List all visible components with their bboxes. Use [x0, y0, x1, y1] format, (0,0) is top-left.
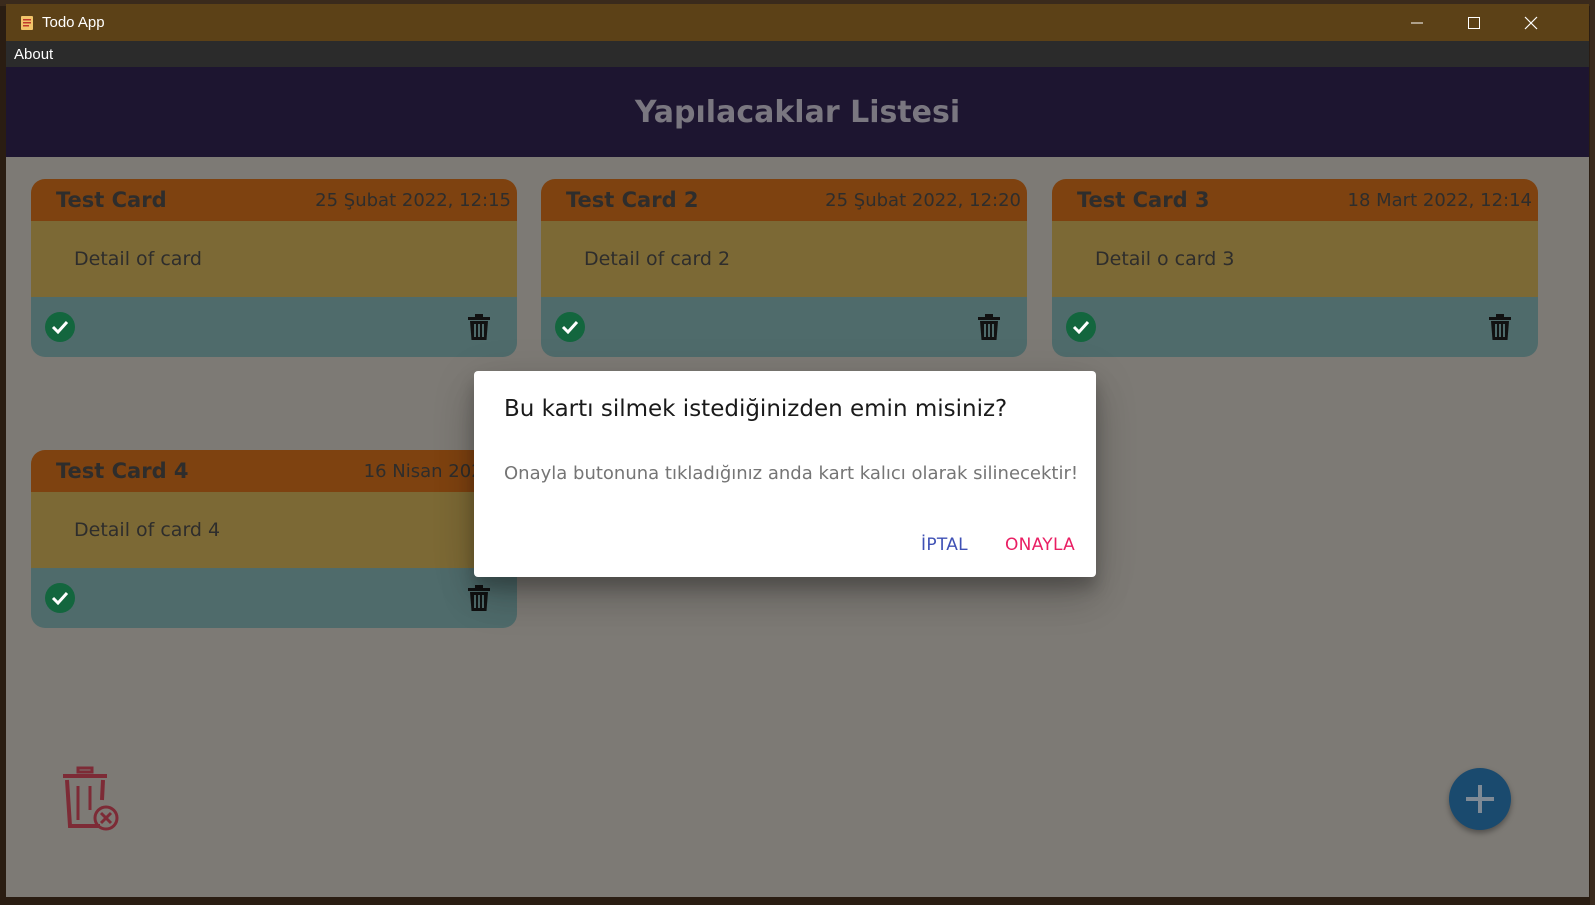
card-header: Test Card 2 25 Şubat 2022, 12:20 [541, 179, 1027, 221]
complete-button[interactable] [45, 583, 75, 613]
todo-app-icon [18, 14, 36, 32]
todo-card: Test Card 25 Şubat 2022, 12:15 Detail of… [31, 179, 517, 357]
card-footer [541, 297, 1027, 357]
card-body: Detail of card [31, 221, 517, 297]
card-footer [1052, 297, 1538, 357]
check-circle-icon [1072, 320, 1090, 334]
todo-card: Test Card 4 16 Nisan 2022, 0 Detail of c… [31, 450, 517, 628]
confirm-delete-dialog: Bu kartı silmek istediğinizden emin misi… [474, 371, 1096, 577]
desktop-background-edge [1590, 0, 1595, 905]
complete-button[interactable] [45, 312, 75, 342]
delete-button[interactable] [978, 314, 1000, 340]
delete-button[interactable] [468, 585, 490, 611]
card-header: Test Card 3 18 Mart 2022, 12:14 [1052, 179, 1538, 221]
card-footer [31, 297, 517, 357]
maximize-icon [1468, 16, 1480, 29]
card-date: 25 Şubat 2022, 12:20 [825, 189, 1021, 211]
minimize-button[interactable] [1388, 4, 1446, 41]
card-detail: Detail of card 2 [584, 248, 731, 270]
dialog-message: Onayla butonuna tıkladığınız anda kart k… [504, 463, 1079, 484]
card-footer [31, 568, 517, 628]
window-title: Todo App [42, 14, 105, 31]
card-date: 18 Mart 2022, 12:14 [1347, 189, 1533, 211]
dialog-title: Bu kartı silmek istediğinizden emin misi… [504, 396, 1008, 422]
card-detail: Detail o card 3 [1095, 248, 1235, 270]
check-circle-icon [51, 591, 69, 605]
trash-icon [468, 585, 490, 611]
trash-icon [1489, 314, 1511, 340]
close-window-button[interactable] [1502, 4, 1560, 41]
card-title: Test Card 2 [566, 188, 699, 212]
card-detail: Detail of card [74, 248, 202, 270]
menu-item-about[interactable]: About [14, 46, 53, 63]
title-bar[interactable]: Todo App [6, 4, 1589, 41]
delete-all-button[interactable] [61, 766, 119, 832]
app-window: Todo App About Yapılacaklar Listesi Test… [6, 4, 1589, 897]
complete-button[interactable] [555, 312, 585, 342]
close-icon [1524, 16, 1538, 29]
delete-button[interactable] [468, 314, 490, 340]
card-header: Test Card 4 16 Nisan 2022, 0 [31, 450, 517, 492]
check-circle-icon [51, 320, 69, 334]
todo-card: Test Card 3 18 Mart 2022, 12:14 Detail o… [1052, 179, 1538, 357]
trash-icon [468, 314, 490, 340]
card-header: Test Card 25 Şubat 2022, 12:15 [31, 179, 517, 221]
confirm-button[interactable]: ONAYLA [999, 531, 1081, 559]
card-body: Detail of card 4 [31, 492, 517, 568]
maximize-button[interactable] [1445, 4, 1503, 41]
card-title: Test Card [56, 188, 167, 212]
minimize-icon [1411, 22, 1423, 23]
page-title: Yapılacaklar Listesi [634, 94, 961, 130]
todo-card: Test Card 2 25 Şubat 2022, 12:20 Detail … [541, 179, 1027, 357]
menu-bar: About [6, 41, 1589, 67]
card-body: Detail o card 3 [1052, 221, 1538, 297]
delete-button[interactable] [1489, 314, 1511, 340]
trash-x-icon [63, 766, 119, 831]
trash-icon [978, 314, 1000, 340]
card-title: Test Card 3 [1077, 188, 1210, 212]
add-card-button[interactable] [1449, 768, 1511, 830]
check-circle-icon [561, 320, 579, 334]
complete-button[interactable] [1066, 312, 1096, 342]
plus-icon [1466, 785, 1494, 813]
card-body: Detail of card 2 [541, 221, 1027, 297]
card-date: 25 Şubat 2022, 12:15 [315, 189, 511, 211]
card-detail: Detail of card 4 [74, 519, 221, 541]
card-title: Test Card 4 [56, 459, 189, 483]
cancel-button[interactable]: İPTAL [915, 531, 974, 559]
app-header: Yapılacaklar Listesi [6, 67, 1589, 157]
